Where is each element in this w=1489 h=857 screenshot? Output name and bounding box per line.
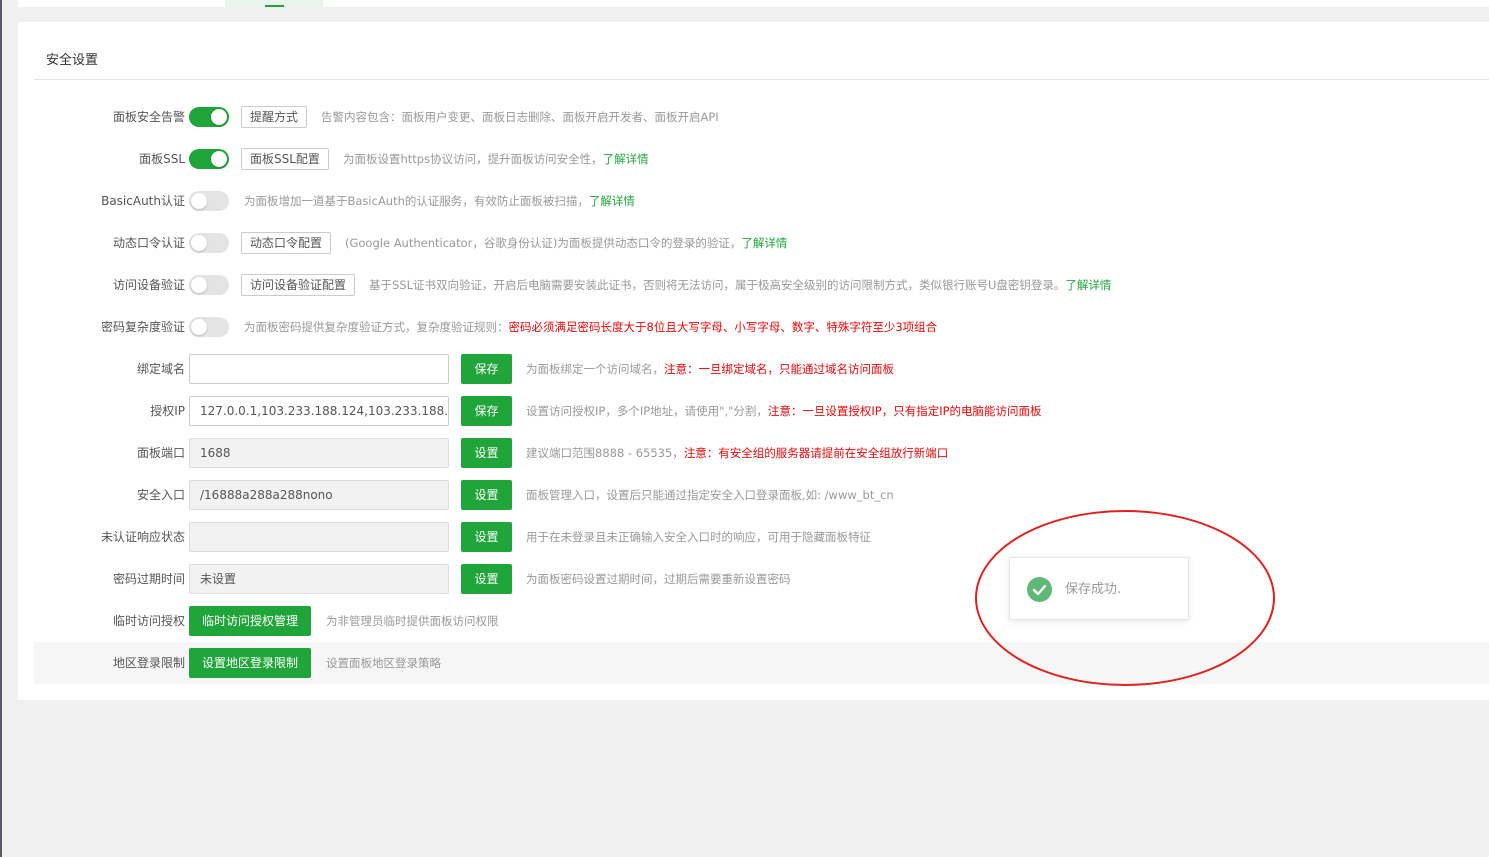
panel-alert-config-button[interactable]: 提醒方式: [241, 106, 308, 128]
setting-label: 面板安全告警: [112, 110, 185, 124]
device-verify-config-button[interactable]: 访问设备验证配置: [241, 274, 356, 296]
learn-more-link[interactable]: 了解详情: [1065, 278, 1111, 292]
toggle-knob: [211, 151, 227, 167]
dynamic-password-config-button[interactable]: 动态口令配置: [241, 232, 332, 254]
description-text: 设置访问授权IP，多个IP地址，请使用","分割，: [526, 404, 768, 418]
setting-description: 建议端口范围8888 - 65535，注意：有安全组的服务器请提前在安全组放行新…: [526, 432, 948, 474]
setting-label: 面板SSL: [139, 152, 185, 166]
setting-label: BasicAuth认证: [101, 194, 185, 208]
setting-row: 安全入口/16888a288a288nono 设置 面板管理入口，设置后只能通过指定…: [34, 474, 1489, 516]
left-window-edge: [0, 0, 2, 857]
setting-row: 未认证响应状态 设置 用于在未登录且未正确输入安全入口时的响应，可用于隐藏面板特征: [34, 516, 1489, 558]
domain-input[interactable]: [189, 354, 449, 384]
toggle-knob: [191, 235, 207, 251]
learn-more-link[interactable]: 了解详情: [589, 194, 635, 208]
setting-row: BasicAuth认证 为面板增加一道基于BasicAuth的认证服务，有效防止面…: [34, 180, 1489, 222]
setting-row: 面板端口 1688 设置 建议端口范围8888 - 65535，注意：有安全组的服务器…: [34, 432, 1489, 474]
learn-more-link[interactable]: 了解详情: [603, 152, 649, 166]
description-text: 告警内容包含：面板用户变更、面板日志删除、面板开启开发者、面板开启API: [321, 110, 719, 124]
description-text: 为面板绑定一个访问域名，: [526, 362, 664, 376]
setting-description: 为面板增加一道基于BasicAuth的认证服务，有效防止面板被扫描，了解详情: [244, 180, 635, 222]
password-expire-input[interactable]: 未设置: [189, 564, 449, 594]
description-text: 基于SSL证书双向验证，开启后电脑需要安装此证书，否则将无法访问，属于极高安全级…: [369, 278, 1066, 292]
setting-description: 用于在未登录且未正确输入安全入口时的响应，可用于隐藏面板特征: [526, 516, 871, 558]
setting-row: 动态口令认证 动态口令配置 (Google Authenticator，谷歌身份认证…: [34, 222, 1489, 264]
dynamic-password-toggle[interactable]: [189, 233, 229, 253]
setting-description: 设置访问授权IP，多个IP地址，请使用","分割，注意：一旦设置授权IP，只有指…: [526, 390, 1042, 432]
toggle-knob: [191, 319, 207, 335]
setting-label: 授权IP: [150, 404, 185, 418]
warning-text: 密码必须满足密码长度大于8位且大写字母、小写字母、数字、特殊字符至少3项组合: [508, 320, 938, 334]
setting-label: 密码过期时间: [112, 572, 185, 586]
setting-description: 基于SSL证书双向验证，开启后电脑需要安装此证书，否则将无法访问，属于极高安全级…: [369, 264, 1111, 306]
panel-port-input[interactable]: 1688: [189, 438, 449, 468]
password-complexity-toggle[interactable]: [189, 317, 229, 337]
panel-port-set-button[interactable]: 设置: [461, 438, 512, 468]
setting-label: 未认证响应状态: [100, 530, 185, 544]
setting-label: 面板端口: [136, 446, 185, 460]
setting-row: 面板SSL 面板SSL配置 为面板设置https协议访问，提升面板访问安全性，了解详…: [34, 138, 1489, 180]
description-text: 为面板密码提供复杂度验证方式，复杂度验证规则：: [244, 320, 509, 334]
setting-row: 访问设备验证 访问设备验证配置 基于SSL证书双向验证，开启后电脑需要安装此证书，否…: [34, 264, 1489, 306]
temp-access-manage-button[interactable]: 临时访问授权管理: [189, 606, 311, 636]
setting-label: 临时访问授权: [112, 614, 185, 628]
unauth-status-set-button[interactable]: 设置: [461, 522, 512, 552]
setting-label: 动态口令认证: [112, 236, 185, 250]
setting-row: 授权IP 127.0.0.1,103.233.188.124,103.233.18…: [34, 390, 1489, 432]
description-text: 为非管理员临时提供面板访问权限: [326, 614, 499, 628]
section-title: 安全设置: [46, 53, 99, 68]
setting-label: 安全入口: [136, 488, 185, 502]
warning-text: 注意：一旦设置授权IP，只有指定IP的电脑能访问面板: [767, 404, 1042, 418]
panel-ssl-config-button[interactable]: 面板SSL配置: [241, 148, 329, 170]
toggle-knob: [211, 109, 227, 125]
description-text: 为面板设置https协议访问，提升面板访问安全性，: [343, 152, 603, 166]
setting-row: 面板安全告警 提醒方式 告警内容包含：面板用户变更、面板日志删除、面板开启开发者、面…: [34, 96, 1489, 138]
basic-auth-toggle[interactable]: [189, 191, 229, 211]
setting-description: 为面板设置https协议访问，提升面板访问安全性，了解详情: [343, 138, 649, 180]
setting-label: 访问设备验证: [112, 278, 185, 292]
description-text: 为面板增加一道基于BasicAuth的认证服务，有效防止面板被扫描，: [244, 194, 589, 208]
learn-more-link[interactable]: 了解详情: [741, 236, 787, 250]
setting-description: 为非管理员临时提供面板访问权限: [326, 600, 499, 642]
setting-label: 密码复杂度验证: [100, 320, 185, 334]
warning-text: 注意：有安全组的服务器请提前在安全组放行新端口: [683, 446, 949, 460]
description-text: 建议端口范围8888 - 65535，: [526, 446, 684, 460]
region-login-limit-button[interactable]: 设置地区登录限制: [189, 648, 311, 678]
description-text: (Google Authenticator，谷歌身份认证)为面板提供动态口令的登…: [345, 236, 742, 250]
authorized-ip-save-button[interactable]: 保存: [461, 396, 512, 426]
annotation-circle: [975, 510, 1275, 686]
description-text: 为面板密码设置过期时间，过期后需要重新设置密码: [526, 572, 791, 586]
unauth-status-input[interactable]: [189, 522, 449, 552]
panel-ssl-toggle[interactable]: [189, 149, 229, 169]
domain-save-button[interactable]: 保存: [461, 354, 512, 384]
panel-alert-toggle[interactable]: [189, 107, 229, 127]
password-expire-set-button[interactable]: 设置: [461, 564, 512, 594]
setting-description: 设置面板地区登录策略: [326, 642, 441, 684]
authorized-ip-input[interactable]: 127.0.0.1,103.233.188.124,103.233.188.12…: [189, 396, 449, 426]
section-divider: [34, 79, 1489, 80]
active-tab-indicator: [265, 5, 284, 7]
description-text: 面板管理入口，设置后只能通过指定安全入口登录面板,如: /www_bt_cn: [526, 488, 894, 502]
security-entry-input[interactable]: /16888a288a288nono: [189, 480, 449, 510]
setting-description: 为面板密码提供复杂度验证方式，复杂度验证规则：密码必须满足密码长度大于8位且大写…: [244, 306, 937, 348]
setting-description: 为面板绑定一个访问域名，注意：一旦绑定域名，只能通过域名访问面板: [526, 348, 894, 390]
setting-row: 地区登录限制 设置地区登录限制 设置面板地区登录策略: [34, 642, 1489, 684]
description-text: 设置面板地区登录策略: [326, 656, 441, 670]
setting-description: 面板管理入口，设置后只能通过指定安全入口登录面板,如: /www_bt_cn: [526, 474, 894, 516]
description-text: 用于在未登录且未正确输入安全入口时的响应，可用于隐藏面板特征: [526, 530, 871, 544]
setting-row: 绑定域名 保存 为面板绑定一个访问域名，注意：一旦绑定域名，只能通过域名访问面板: [34, 348, 1489, 390]
setting-description: (Google Authenticator，谷歌身份认证)为面板提供动态口令的登…: [345, 222, 787, 264]
toggle-knob: [191, 277, 207, 293]
security-entry-set-button[interactable]: 设置: [461, 480, 512, 510]
setting-label: 地区登录限制: [112, 656, 185, 670]
setting-label: 绑定域名: [136, 362, 185, 376]
setting-description: 告警内容包含：面板用户变更、面板日志删除、面板开启开发者、面板开启API: [321, 96, 719, 138]
device-verify-toggle[interactable]: [189, 275, 229, 295]
setting-description: 为面板密码设置过期时间，过期后需要重新设置密码: [526, 558, 791, 600]
setting-row: 密码复杂度验证 为面板密码提供复杂度验证方式，复杂度验证规则：密码必须满足密码长度…: [34, 306, 1489, 348]
warning-text: 注意：一旦绑定域名，只能通过域名访问面板: [664, 362, 894, 376]
toggle-knob: [191, 193, 207, 209]
